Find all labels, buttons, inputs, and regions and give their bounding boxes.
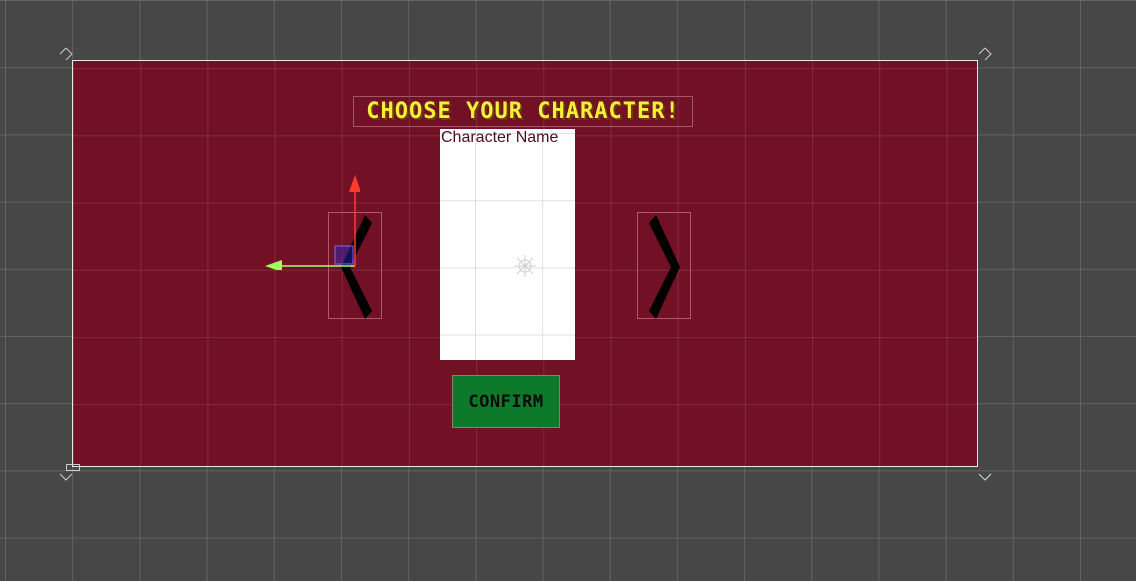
chevron-right-icon xyxy=(649,215,680,319)
confirm-button-label: CONFIRM xyxy=(468,391,544,412)
next-character-button[interactable] xyxy=(637,212,691,319)
page-title: CHOOSE YOUR CHARACTER! xyxy=(366,99,680,124)
character-name-label: Character Name xyxy=(441,129,559,146)
confirm-button[interactable]: CONFIRM xyxy=(452,375,560,428)
title-box: CHOOSE YOUR CHARACTER! xyxy=(353,96,693,127)
pivot-icon xyxy=(514,255,536,277)
previous-character-button[interactable] xyxy=(328,212,382,319)
anchor-marker[interactable] xyxy=(66,464,80,471)
chevron-left-icon xyxy=(341,215,372,319)
character-portrait: Character Name xyxy=(440,129,575,360)
